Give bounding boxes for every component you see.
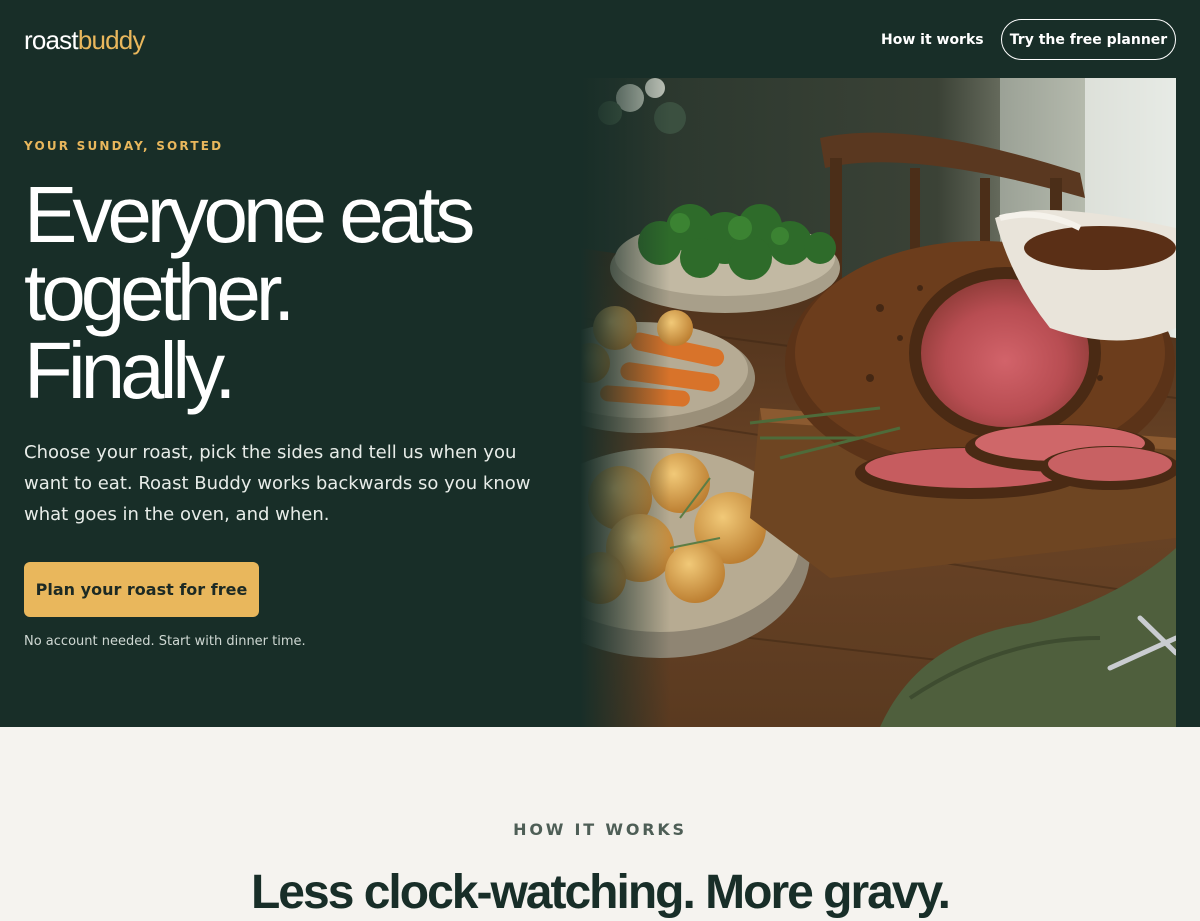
roast-dinner-photo [580,78,1176,727]
how-it-works-section: HOW IT WORKS Less clock-watching. More g… [0,727,1200,919]
hero-lead-paragraph: Choose your roast, pick the sides and te… [24,442,531,525]
roast-dinner-illustration [580,78,1176,727]
hero-headline-line-3: Finally. [24,326,236,415]
how-it-works-title: Less clock-watching. More gravy. [250,866,951,919]
hero-headline-line-1: Everyone eats [24,170,475,259]
hero-section: roastbuddy How it works Try the free pla… [0,0,1200,727]
hero-headline: Everyone eats together. Finally. [24,170,475,415]
brand-logo-part2: buddy [77,25,146,55]
nav-how-it-works-link[interactable]: How it works [881,30,984,50]
plan-roast-button[interactable]: Plan your roast for free [24,562,259,617]
how-it-works-eyebrow: HOW IT WORKS [513,820,687,839]
brand-logo[interactable]: roastbuddy [24,24,145,56]
hero-eyebrow: YOUR SUNDAY, SORTED [24,139,224,153]
brand-logo-part1: roast [24,25,79,55]
try-free-planner-button[interactable]: Try the free planner [1001,19,1176,60]
hero-headline-line-2: together. [24,248,295,337]
hero-note: No account needed. Start with dinner tim… [24,634,306,649]
